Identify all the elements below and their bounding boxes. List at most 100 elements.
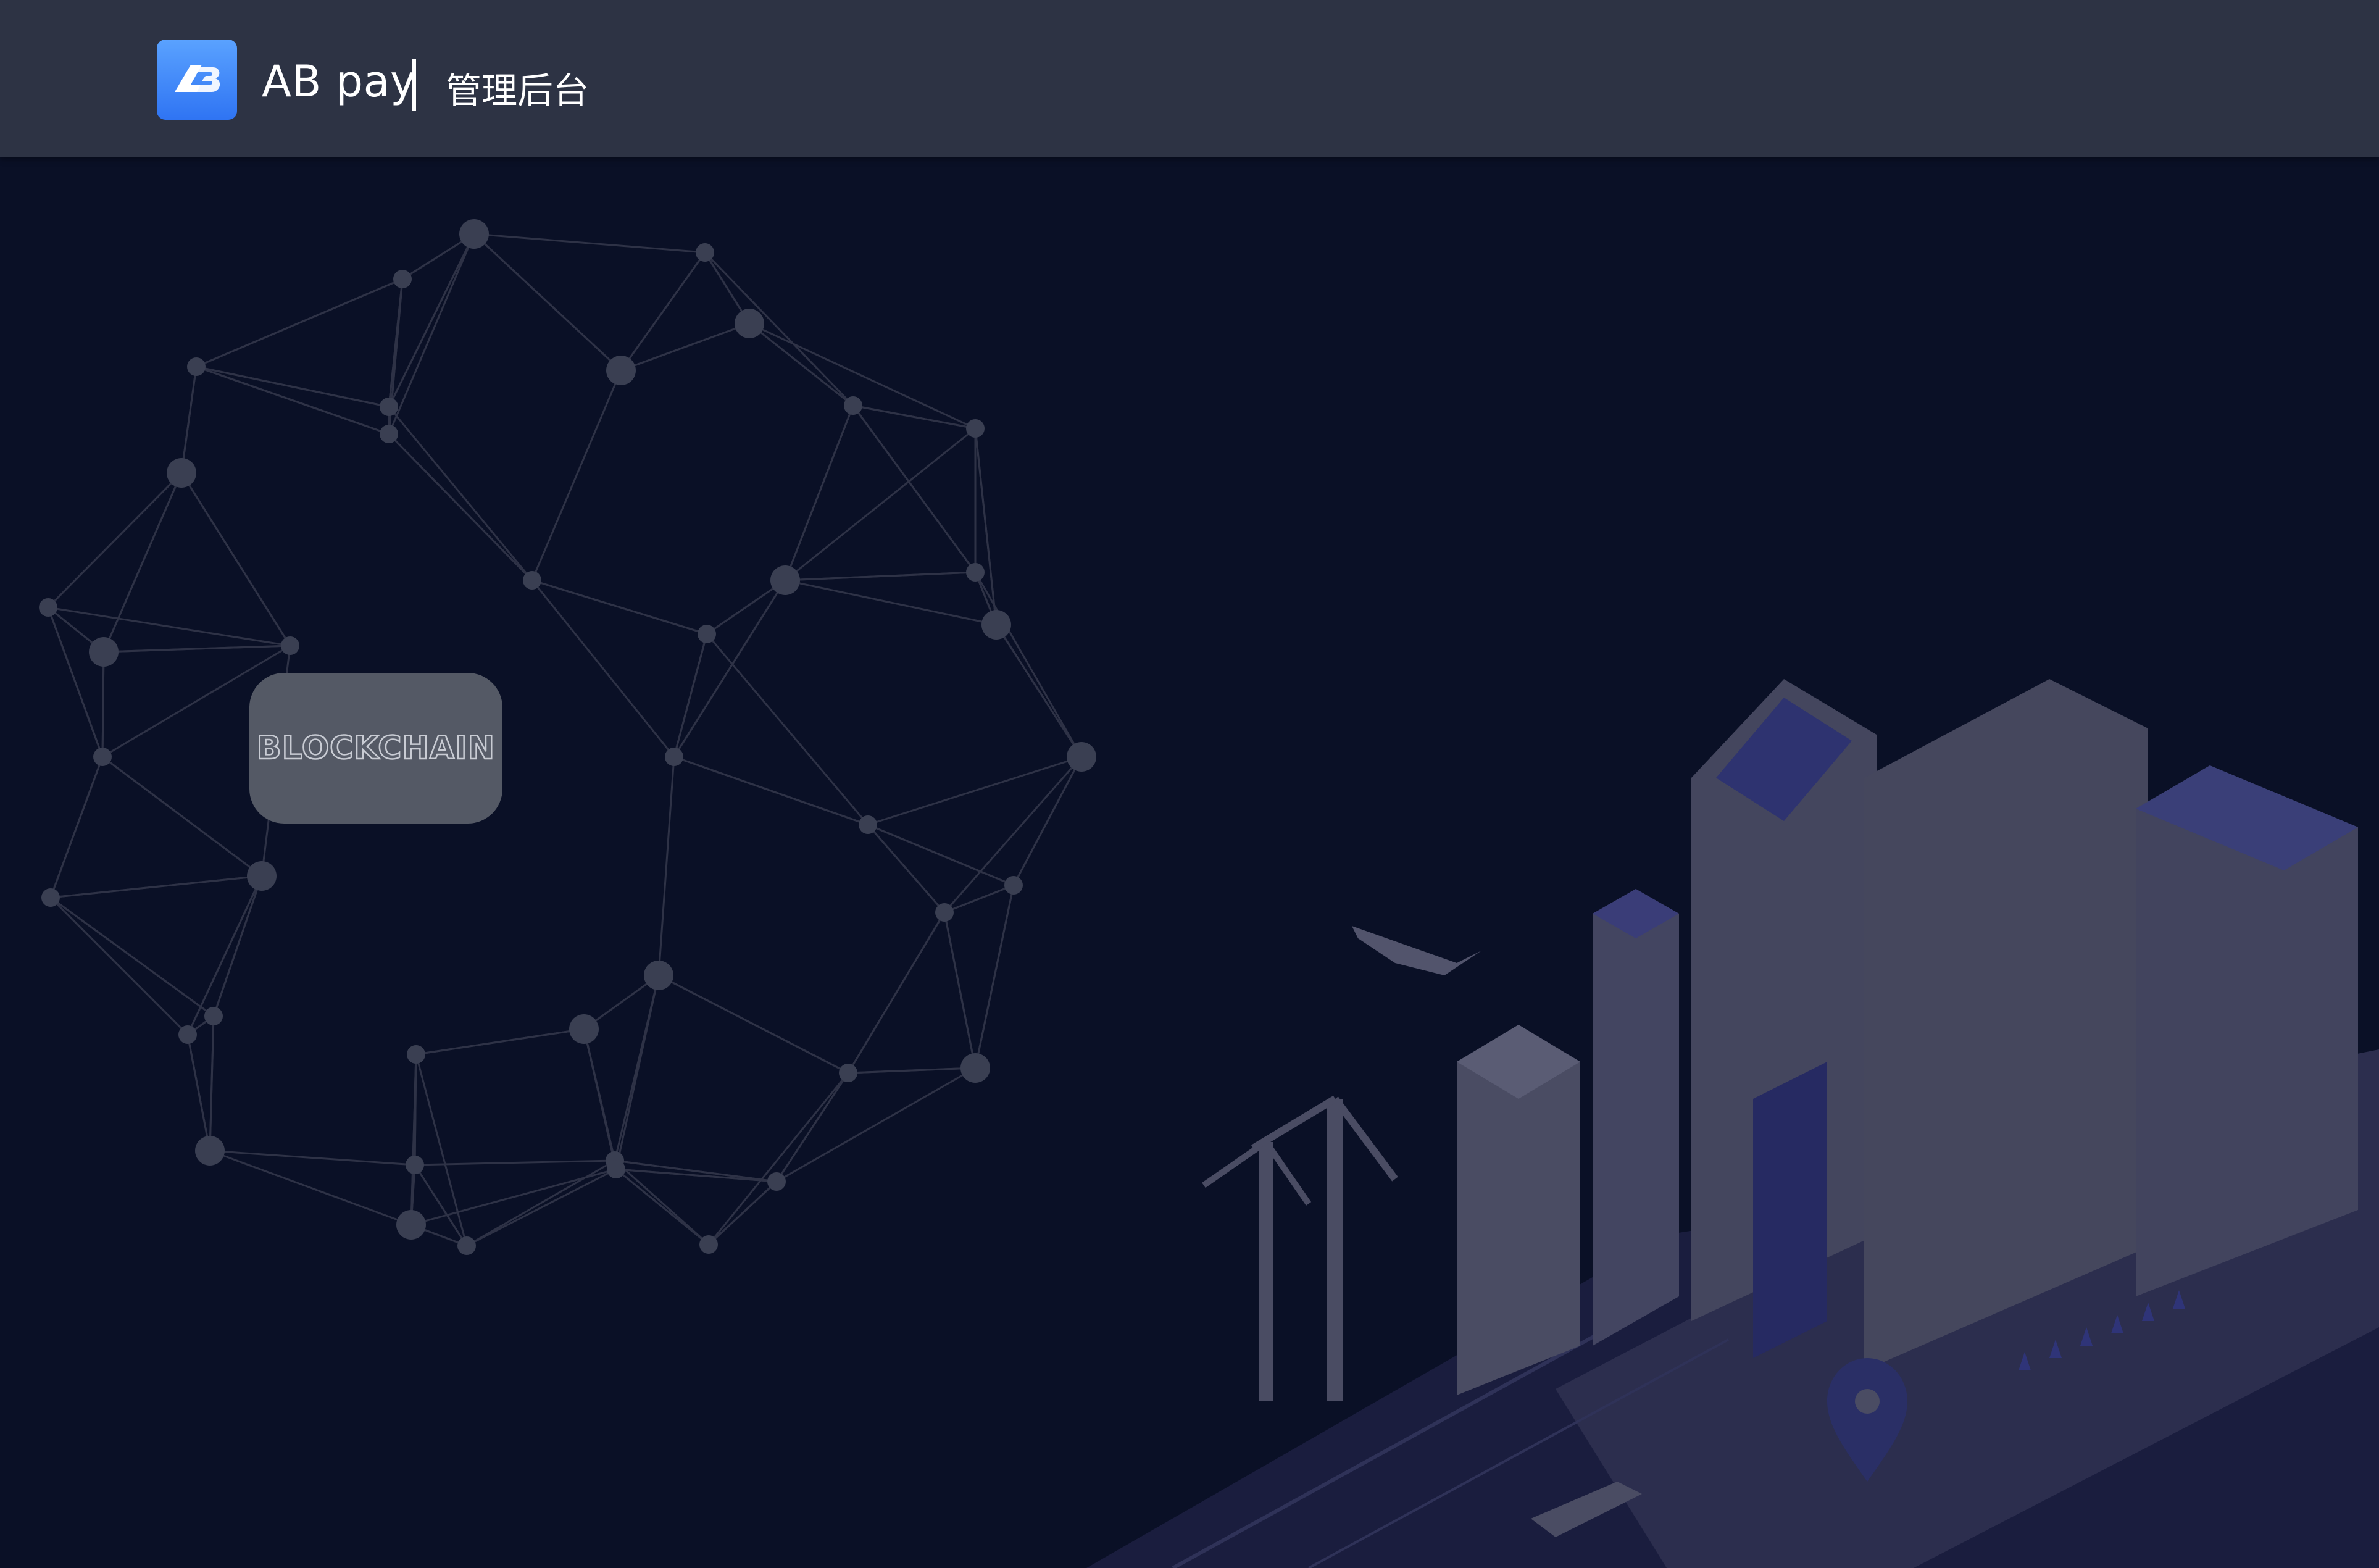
network-node — [966, 563, 985, 582]
network-node — [770, 565, 800, 595]
brand-subtitle: 管理后台 — [446, 70, 590, 112]
network-edge — [867, 824, 1014, 886]
network-node — [93, 748, 112, 766]
location-pin-dot — [1855, 1389, 1880, 1414]
blockchain-badge-label: BLOCKCHAIN — [256, 729, 496, 768]
network-edge — [209, 1015, 215, 1151]
network-edge — [473, 233, 706, 254]
network-edge — [212, 875, 263, 1017]
network-edge — [196, 278, 403, 368]
network-node — [839, 1064, 857, 1082]
network-node — [859, 815, 877, 834]
blockchain-network-illustration — [39, 219, 1096, 1255]
ab-logo-glyph — [175, 65, 220, 92]
wind-turbine — [1327, 1099, 1343, 1401]
network-edge — [388, 233, 475, 435]
network-node — [41, 888, 60, 907]
network-edge — [867, 824, 946, 913]
network-node — [380, 425, 398, 443]
network-node — [699, 1235, 718, 1254]
blockchain-badge: BLOCKCHAIN — [249, 673, 502, 824]
network-node — [844, 396, 862, 415]
brand-divider — [412, 59, 416, 111]
network-edge — [657, 756, 675, 976]
airplane-icon — [1352, 926, 1481, 975]
network-edge — [415, 1028, 585, 1056]
network-edge — [974, 885, 1015, 1069]
network-node — [1004, 876, 1023, 895]
network-node — [407, 1045, 425, 1064]
network-edge — [944, 884, 1014, 914]
network-edge — [785, 571, 976, 582]
network-edge — [620, 252, 706, 371]
brand-name: AB pay — [262, 56, 416, 107]
network-edge — [620, 322, 750, 372]
network-node — [698, 625, 716, 643]
network-edge — [388, 433, 533, 582]
network-node — [935, 903, 954, 922]
network-node — [644, 961, 673, 990]
network-node — [89, 637, 119, 667]
network-node — [380, 398, 398, 416]
network-node — [606, 356, 636, 385]
network-node — [204, 1007, 223, 1025]
network-edge — [49, 756, 104, 898]
network-node — [569, 1014, 599, 1044]
network-edge — [180, 472, 291, 646]
network-node — [966, 419, 985, 438]
network-edge — [48, 606, 291, 647]
network-node — [523, 571, 541, 590]
network-node — [195, 1136, 225, 1166]
network-edge — [974, 428, 998, 625]
network-edge — [615, 975, 660, 1170]
network-edge — [531, 579, 707, 635]
network-node — [281, 636, 299, 655]
network-edge — [785, 579, 997, 626]
network-edge — [103, 644, 291, 653]
network-edge — [466, 1168, 617, 1247]
network-node — [459, 219, 489, 249]
network-edge — [707, 1072, 849, 1245]
network-edge — [673, 633, 708, 757]
network-node — [607, 1160, 625, 1178]
network-edge — [50, 875, 262, 899]
network-edge — [388, 406, 533, 581]
network-edge — [749, 322, 976, 430]
smart-city-illustration — [1086, 679, 2379, 1568]
network-node — [665, 748, 683, 766]
phone-screen — [1753, 1062, 1827, 1358]
network-node — [167, 458, 196, 488]
network-node — [981, 610, 1011, 640]
network-edge — [848, 1067, 976, 1074]
network-node — [696, 243, 714, 262]
network-edge — [707, 1180, 778, 1246]
network-edge — [101, 651, 105, 757]
network-node — [393, 270, 412, 288]
network-edge — [473, 233, 622, 372]
network-edge — [852, 405, 977, 573]
network-edge — [49, 896, 189, 1036]
network-edge — [102, 756, 262, 877]
network-node — [735, 309, 764, 338]
network-edge — [186, 875, 263, 1035]
network-node — [39, 598, 57, 617]
building — [1593, 889, 1679, 1346]
ab-logo-icon[interactable] — [157, 40, 237, 120]
network-node — [187, 357, 206, 376]
network-node — [406, 1156, 424, 1174]
network-edge — [531, 370, 622, 581]
network-edge — [852, 404, 976, 430]
network-edge — [775, 1072, 849, 1182]
network-edge — [50, 896, 214, 1017]
wind-turbine — [1259, 1142, 1273, 1401]
network-edge — [180, 366, 198, 473]
network-node — [767, 1172, 786, 1191]
network-node — [960, 1053, 990, 1083]
network-node — [396, 1210, 426, 1240]
network-edge — [943, 912, 977, 1069]
network-node — [178, 1025, 197, 1044]
network-node — [247, 861, 277, 891]
turbine-blade — [1332, 1096, 1398, 1182]
turbine-blade — [1251, 1095, 1338, 1152]
network-edge — [704, 251, 854, 407]
